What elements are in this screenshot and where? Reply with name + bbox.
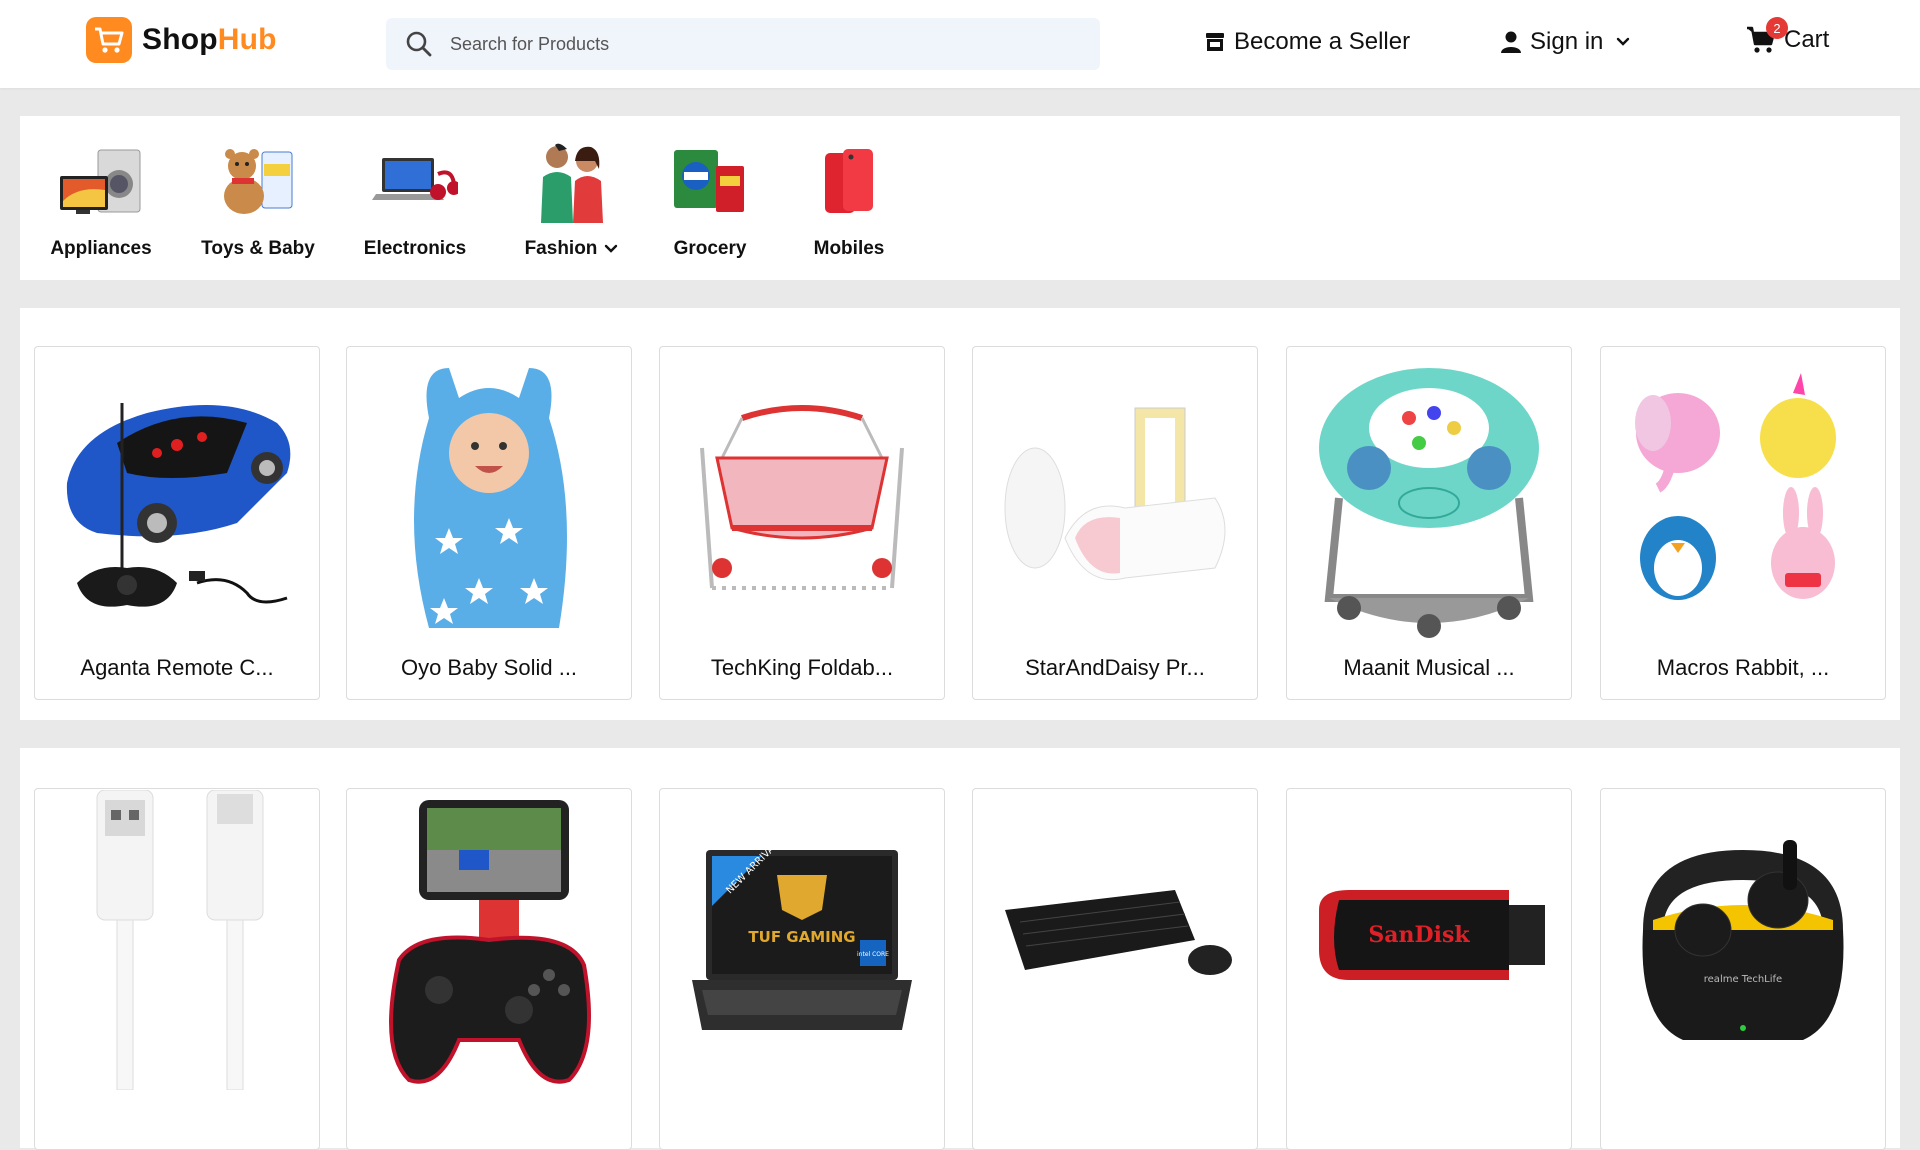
category-electronics[interactable]: Electronics (345, 140, 485, 260)
brand-name-part1: Shop (142, 23, 218, 56)
sign-in-label: Sign in (1530, 28, 1604, 55)
electronics-image (370, 140, 460, 224)
feeding-bottle-image (993, 357, 1237, 639)
usb-cable-image (55, 790, 299, 1090)
product-name: Aganta Remote C... (80, 655, 274, 680)
product-card[interactable] (972, 788, 1258, 1150)
pendrive-brand-text: SanDisk (1368, 922, 1470, 948)
baby-cradle-image (680, 357, 924, 639)
become-seller-link[interactable]: Become a Seller (1204, 28, 1410, 56)
product-card[interactable]: Aganta Remote C... (34, 346, 320, 700)
become-seller-label: Become a Seller (1234, 28, 1411, 55)
category-mobiles[interactable]: Mobiles (779, 140, 919, 260)
cart-count-badge: 2 (1766, 17, 1788, 39)
laptop-chip-text: intel CORE (857, 951, 889, 958)
product-name: Maanit Musical ... (1343, 655, 1515, 680)
product-card[interactable]: TechKing Foldab... (659, 346, 945, 700)
product-name: StarAndDaisy Pr... (1025, 655, 1205, 680)
laptop-brand-text: TUF GAMING (748, 928, 855, 946)
cart-label: Cart (1784, 26, 1830, 53)
game-controller-image (367, 799, 611, 1084)
baby-blanket-image (367, 357, 611, 639)
category-label: Appliances (50, 238, 152, 259)
remote-car-image (55, 357, 299, 639)
baby-walker-image (1307, 357, 1551, 639)
top-header: ShopHub Become a Seller Sign in (0, 0, 1920, 88)
earbuds-image: realme TechLife (1621, 799, 1865, 1081)
product-section-electronics: NEW ARRIVAL TUF GAMING intel CORE SanDis… (20, 748, 1900, 1150)
category-appliances[interactable]: Appliances (31, 140, 171, 260)
category-label: Toys & Baby (201, 238, 315, 259)
category-grocery[interactable]: Grocery (640, 140, 780, 260)
category-label: Electronics (363, 238, 467, 259)
category-toys-baby[interactable]: Toys & Baby (188, 140, 328, 260)
chevron-down-icon[interactable] (603, 243, 619, 255)
pendrive-image: SanDisk (1307, 799, 1551, 1081)
brand-name: ShopHub (142, 23, 277, 57)
soft-toys-image (1621, 357, 1865, 639)
product-card[interactable]: realme TechLife (1600, 788, 1886, 1150)
brand-name-part2: Hub (217, 23, 277, 56)
appliances-image (56, 140, 146, 224)
fashion-image (527, 140, 617, 224)
product-card[interactable]: Maanit Musical ... (1286, 346, 1572, 700)
mobiles-image (804, 140, 894, 224)
product-name: Oyo Baby Solid ... (400, 655, 578, 680)
user-icon (1501, 31, 1521, 53)
cart-logo-icon (86, 17, 132, 63)
category-bar: Appliances Toys & Baby Electronics Fashi… (20, 116, 1900, 280)
sign-in-menu[interactable]: Sign in (1500, 28, 1631, 56)
gaming-laptop-image: NEW ARRIVAL TUF GAMING intel CORE (680, 799, 924, 1081)
brand-logo[interactable]: ShopHub (86, 17, 277, 63)
chevron-down-icon (1617, 37, 1630, 46)
product-card[interactable] (34, 788, 320, 1150)
keyboard-mouse-image (993, 799, 1237, 1081)
toys-baby-image (213, 140, 303, 224)
product-section-toys-baby: Aganta Remote C... Oyo Baby Solid ... Te… (20, 308, 1900, 720)
store-icon (1206, 33, 1224, 51)
product-card[interactable]: StarAndDaisy Pr... (972, 346, 1258, 700)
category-label: Grocery (673, 238, 747, 259)
category-fashion[interactable]: Fashion (502, 140, 642, 260)
product-card[interactable]: SanDisk (1286, 788, 1572, 1150)
product-card[interactable]: NEW ARRIVAL TUF GAMING intel CORE (659, 788, 945, 1150)
cart-button[interactable]: 2 Cart (1746, 17, 1830, 54)
category-label: Fashion (524, 238, 598, 259)
product-card[interactable]: Oyo Baby Solid ... (346, 346, 632, 700)
search-bar (386, 18, 1100, 70)
product-card[interactable] (346, 788, 632, 1150)
grocery-image (665, 140, 755, 224)
category-label: Mobiles (813, 238, 885, 259)
search-icon[interactable] (404, 29, 434, 59)
product-name: TechKing Foldab... (710, 655, 894, 680)
product-name: Macros Rabbit, ... (1656, 655, 1830, 680)
earbuds-brand-text: realme TechLife (1704, 974, 1782, 985)
product-card[interactable]: Macros Rabbit, ... (1600, 346, 1886, 700)
search-input[interactable] (448, 32, 1052, 56)
